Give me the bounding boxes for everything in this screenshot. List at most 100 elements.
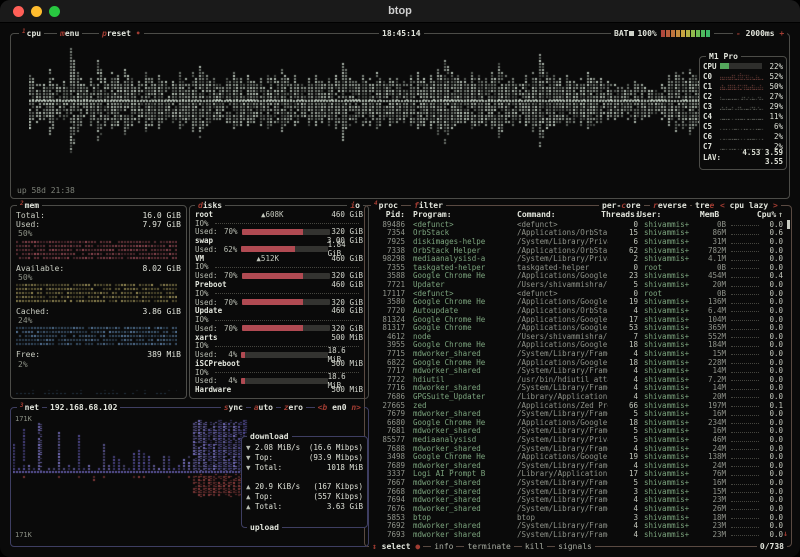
process-row[interactable]: 7688 mdworker_shared /System/Library/Fra… — [371, 444, 785, 453]
process-row[interactable]: 7715 mdworker_shared /System/Library/Fra… — [371, 349, 785, 358]
disk-activity: ▲512K — [204, 254, 331, 263]
process-row[interactable]: 7667 mdworker_shared /System/Library/Fra… — [371, 478, 785, 487]
cpu-box-hotkey: 1 — [22, 28, 26, 35]
signals-key[interactable]: signals — [555, 541, 595, 552]
process-row[interactable]: 81324 Google Chrome He /Applications/Goo… — [371, 315, 785, 324]
download-title: download — [247, 431, 292, 442]
process-row[interactable]: 7693 mdworker_shared /System/Library/Fra… — [371, 530, 785, 538]
preset-button[interactable]: preset • — [99, 28, 144, 39]
up-arrow-icon: ▲ — [246, 482, 255, 491]
process-row[interactable]: 3955 Google Chrome He /Applications/Goog… — [371, 341, 785, 350]
iface-next-icon[interactable]: n> — [351, 403, 361, 412]
process-mem-sparkline — [731, 506, 759, 510]
process-row[interactable]: 89486 <defunct> <defunct> 0 shivammis+ 0… — [371, 220, 785, 229]
col-threads[interactable]: Threads: — [601, 210, 631, 219]
interface-selector[interactable]: <b en0 n> — [315, 402, 364, 413]
info-key[interactable]: info — [431, 541, 456, 552]
process-row[interactable]: 3580 Google Chrome He /Applications/Goog… — [371, 297, 785, 306]
col-pid[interactable]: Pid: — [373, 210, 405, 219]
process-row[interactable]: 7720 Autoupdate /Applications/OrbStack.a… — [371, 306, 785, 315]
process-row[interactable]: 7354 OrbStack /Applications/OrbStack.app… — [371, 229, 785, 238]
disk-size-value: 500 MiB — [331, 385, 363, 394]
core-row: C6 2% — [703, 132, 783, 142]
col-program[interactable]: Program: — [413, 210, 513, 219]
process-row[interactable]: 3588 Google Chrome He /Applications/Goog… — [371, 272, 785, 281]
process-row[interactable]: 7925 diskimages-helpe /System/Library/Pr… — [371, 237, 785, 246]
terminal-window: btop 1cpu menu preset • 18:45:14 BAT100%… — [0, 0, 800, 557]
mem-stat: Cached: 3.86 GiB 24% — [16, 307, 181, 350]
menu-button[interactable]: menu — [57, 28, 82, 39]
disk-row-label: Used: — [195, 298, 218, 307]
process-row[interactable]: 6822 Google Chrome He /Applications/Goog… — [371, 358, 785, 367]
process-row[interactable]: 7676 mdworker_shared /System/Library/Fra… — [371, 504, 785, 513]
process-row[interactable]: 27665 zed /Applications/Zed Preview.app/… — [371, 401, 785, 410]
col-user[interactable]: User: — [637, 210, 689, 219]
process-row[interactable]: 4612 node /Users/shivammishra/Library/Ca… — [371, 332, 785, 341]
mem-stat-label: Cached: — [16, 307, 50, 316]
process-row[interactable]: 81317 Google Chrome /Applications/Google… — [371, 323, 785, 332]
process-row[interactable]: 7689 mdworker_shared /System/Library/Fra… — [371, 461, 785, 470]
process-row[interactable]: 3337 Logi AI Prompt B /Library/Applicati… — [371, 470, 785, 479]
process-row[interactable]: 7355 taskgated-helper taskgated-helper 0… — [371, 263, 785, 272]
sync-toggle[interactable]: sync — [221, 402, 246, 413]
disk-used-bar — [241, 352, 327, 358]
uptime-label: up 58d 21:38 — [17, 186, 75, 195]
disk-size-value: 500 MiB — [331, 359, 363, 368]
process-row[interactable]: 7717 mdworker_shared /System/Library/Fra… — [371, 366, 785, 375]
scroll-down-icon[interactable]: ↓ — [783, 529, 788, 538]
process-row[interactable]: 98298 mediaanalysisd-a /System/Library/P… — [371, 254, 785, 263]
col-command[interactable]: Command: — [517, 210, 601, 219]
minimize-button[interactable] — [31, 6, 42, 17]
process-row[interactable]: 5853 btop btop 3 shivammis+ 18M 0.0 — [371, 513, 785, 522]
process-row[interactable]: 7668 mdworker_shared /System/Library/Fra… — [371, 487, 785, 496]
col-memb[interactable]: MemB — [689, 210, 719, 219]
process-row[interactable]: 17117 <defunct> <defunct> 0 root 0B 0.0 — [371, 289, 785, 298]
process-pid: 7693 — [373, 530, 405, 538]
process-row[interactable]: 3498 Google Chrome He /Applications/Goog… — [371, 452, 785, 461]
update-interval-control[interactable]: - 2000ms + — [733, 28, 787, 39]
proc-scrollbar[interactable] — [787, 220, 790, 229]
net-stat-value: (93.9 Mibps) — [309, 453, 363, 462]
mem-stat: Free: 389 MiB 2% — [16, 350, 181, 397]
net-stat-row: ▼ Top: (93.9 Mibps) — [246, 452, 363, 462]
process-row[interactable]: 85577 mediaanalysisd /System/Library/Pri… — [371, 435, 785, 444]
interval-minus-button[interactable]: - — [736, 29, 741, 38]
interval-plus-button[interactable]: + — [779, 29, 784, 38]
col-cpu[interactable]: Cpu% — [752, 210, 776, 219]
kill-key[interactable]: kill — [522, 541, 547, 552]
disk-row-label: VM — [195, 254, 204, 263]
auto-toggle[interactable]: auto — [251, 402, 276, 413]
window-titlebar[interactable]: btop — [0, 0, 800, 23]
disk-row: VM ▲512K 460 GiB — [195, 254, 363, 263]
sort-prev-icon[interactable]: < — [720, 201, 725, 210]
core-row: C5 6% — [703, 122, 783, 132]
process-mem-sparkline — [731, 481, 759, 485]
process-row[interactable]: 7692 mdworker_shared /System/Library/Fra… — [371, 521, 785, 530]
process-row[interactable]: 7686 GPGSuite_Updater /Library/Applicati… — [371, 392, 785, 401]
disk-row-label: IO% — [195, 289, 209, 298]
up-arrow-icon: ▲ — [246, 502, 255, 511]
net-stat-row: ▲ 20.9 KiB/s (167 Kibps) — [246, 481, 363, 491]
process-row[interactable]: 7679 mdworker_shared /System/Library/Fra… — [371, 409, 785, 418]
select-key[interactable]: ↕ select ● — [369, 541, 423, 552]
process-row[interactable]: 7721 Updater /Users/shivammishra/Library… — [371, 280, 785, 289]
process-row[interactable]: 7722 hdiutil /usr/bin/hdiutil attach /Us… — [371, 375, 785, 384]
core-percent: 22% — [764, 62, 783, 71]
process-row[interactable]: 7694 mdworker_shared /System/Library/Fra… — [371, 496, 785, 505]
process-row[interactable]: 7716 mdworker_shared /System/Library/Fra… — [371, 384, 785, 393]
net-stat-label: Top: — [255, 453, 273, 462]
disk-row: Used: 4% 18.6 MiB — [195, 350, 363, 359]
process-row[interactable]: 7338 OrbStack Helper /Applications/OrbSt… — [371, 246, 785, 255]
terminate-key[interactable]: terminate — [464, 541, 513, 552]
sort-next-icon[interactable]: > — [773, 201, 778, 210]
close-button[interactable] — [13, 6, 24, 17]
core-graph — [720, 133, 764, 140]
zero-toggle[interactable]: zero — [281, 402, 306, 413]
iface-prev-icon[interactable]: <b — [318, 403, 328, 412]
preset-bullet-icon: • — [136, 29, 141, 38]
process-row[interactable]: 6680 Google Chrome He /Applications/Goog… — [371, 418, 785, 427]
disk-row-label: Used: — [195, 227, 218, 236]
disk-row-label: root — [195, 210, 213, 219]
process-row[interactable]: 7681 mdworker_shared /System/Library/Fra… — [371, 427, 785, 436]
maximize-button[interactable] — [49, 6, 60, 17]
